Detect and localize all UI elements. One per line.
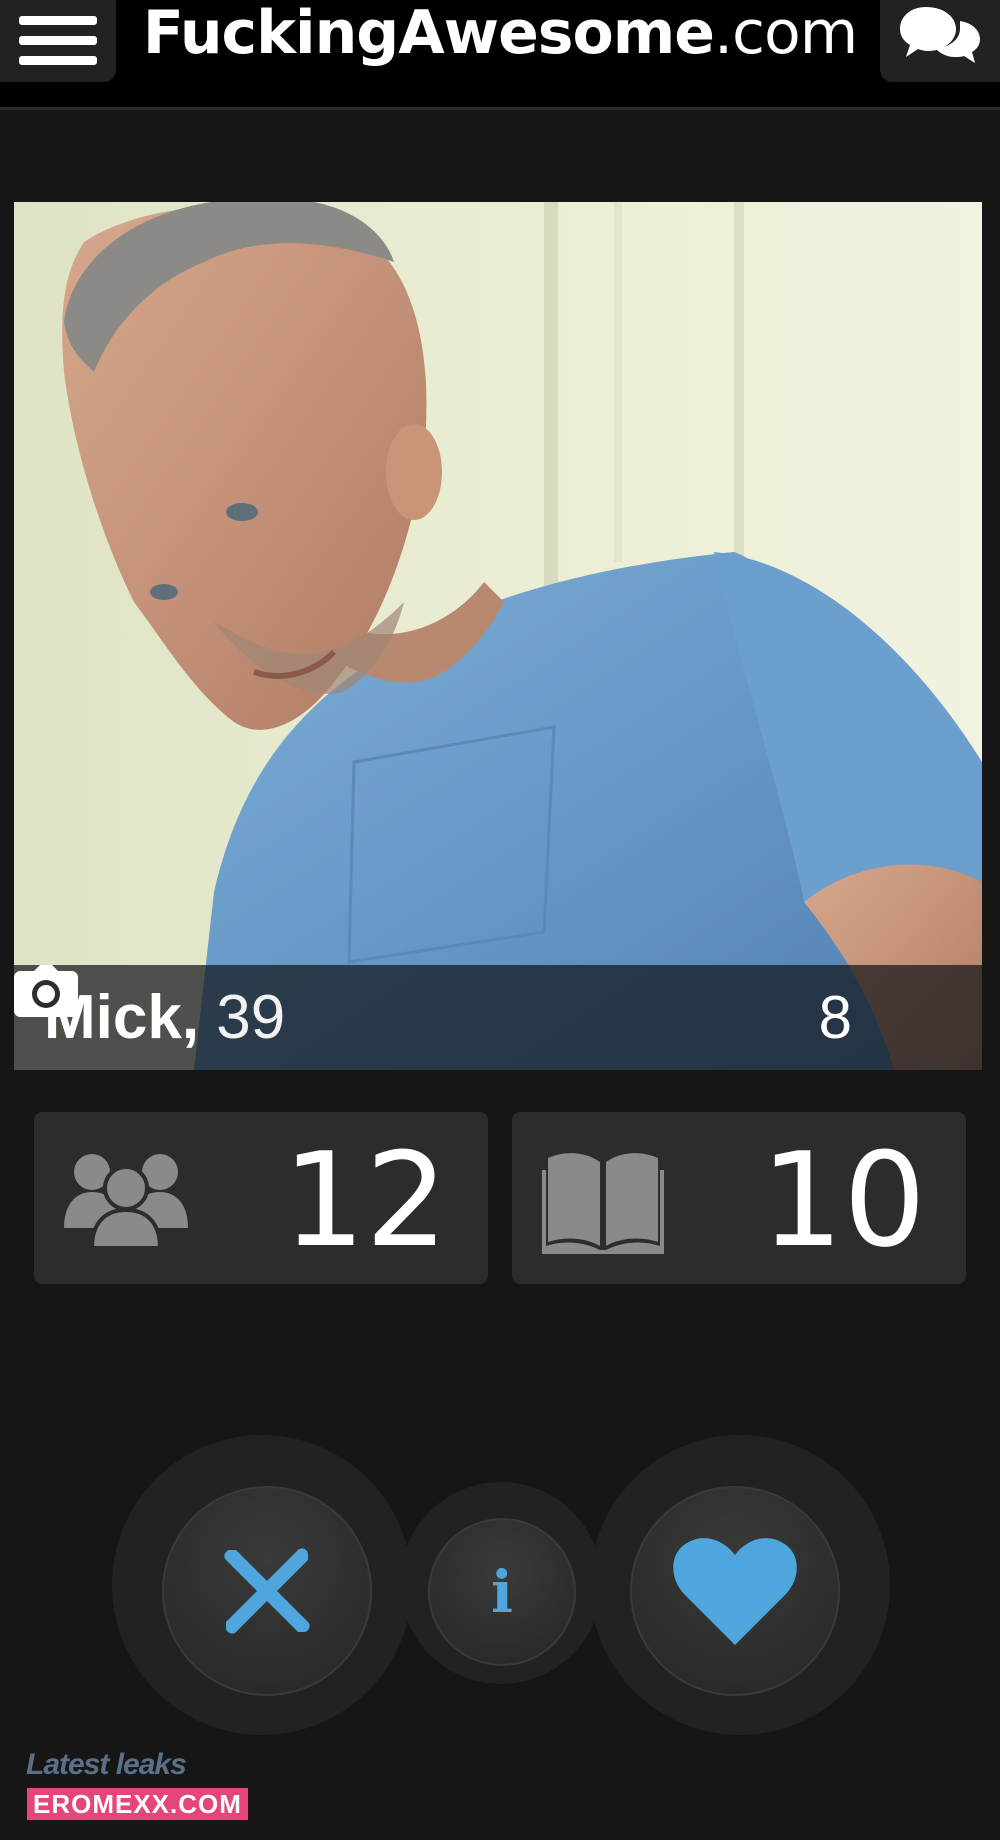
heart-icon bbox=[673, 1538, 797, 1645]
info-button[interactable]: i bbox=[428, 1518, 576, 1666]
watermark-site: EROMEXX.COM bbox=[27, 1788, 248, 1820]
open-book-icon bbox=[542, 1153, 664, 1254]
friends-stat-tile[interactable]: 12 bbox=[34, 1112, 488, 1284]
stories-stat-tile[interactable]: 10 bbox=[512, 1112, 966, 1284]
profile-photo-illustration bbox=[14, 202, 982, 1070]
close-x-icon bbox=[224, 1548, 310, 1634]
brand-domain: .com bbox=[713, 0, 858, 68]
stories-count: 10 bbox=[760, 1124, 926, 1276]
site-logo[interactable]: FuckingAwesome.com bbox=[0, 0, 1000, 70]
photo-count: 8 bbox=[818, 984, 852, 1051]
top-bar: FuckingAwesome.com bbox=[0, 0, 1000, 110]
chat-bubbles-icon[interactable] bbox=[880, 0, 1000, 82]
friends-count: 12 bbox=[282, 1124, 448, 1276]
group-icon bbox=[64, 1154, 188, 1248]
profile-caption-bar: Mick, 39 8 bbox=[14, 965, 982, 1070]
watermark-tagline: Latest leaks bbox=[26, 1748, 187, 1781]
camera-icon[interactable] bbox=[14, 965, 78, 1017]
info-icon: i bbox=[490, 1558, 514, 1626]
profile-age: 39 bbox=[216, 983, 286, 1052]
brand-name: FuckingAwesome bbox=[142, 0, 715, 68]
like-button[interactable] bbox=[630, 1486, 840, 1696]
dislike-button[interactable] bbox=[162, 1486, 372, 1696]
profile-name-age: Mick, 39 bbox=[44, 983, 285, 1053]
profile-photo[interactable]: Mick, 39 8 bbox=[14, 202, 982, 1070]
